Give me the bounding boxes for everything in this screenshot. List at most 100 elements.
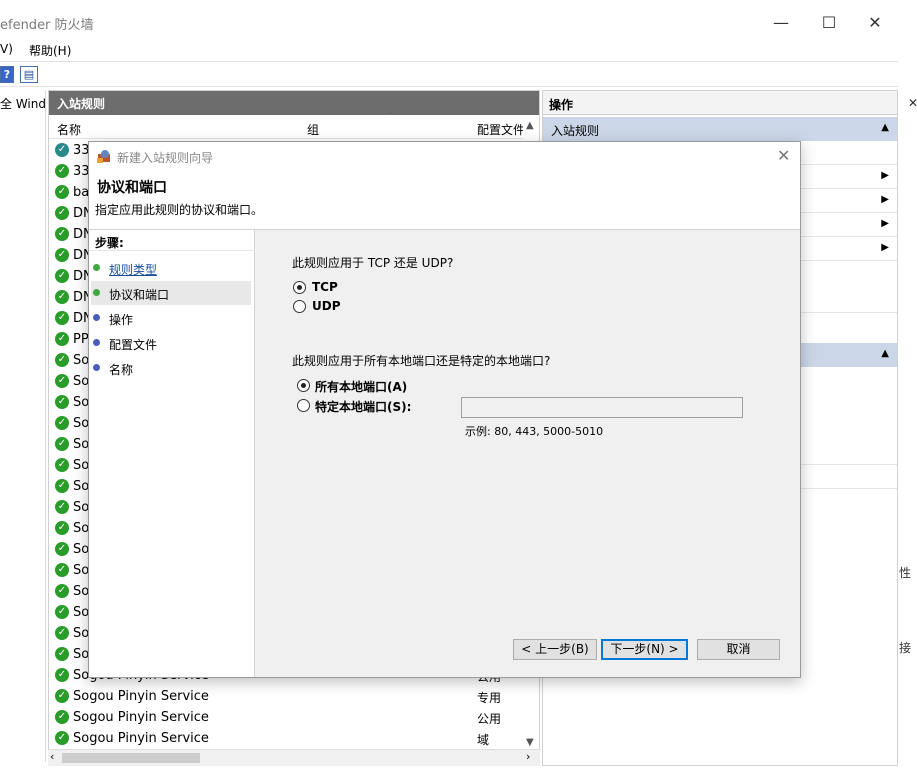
rule-name: So	[73, 542, 90, 557]
enabled-check-icon: ✓	[55, 668, 69, 682]
actions-section-label: 入站规则	[551, 124, 600, 138]
column-headers: 名称 ^ 组 配置文件	[49, 109, 539, 139]
close-button[interactable]: ✕	[852, 8, 898, 38]
wizard-steps: 步骤: 规则类型协议和端口操作配置文件名称	[89, 230, 255, 677]
steps-title: 步骤:	[95, 236, 124, 250]
column-group[interactable]: 组	[307, 121, 319, 138]
step-label: 规则类型	[109, 263, 158, 277]
step-dot-icon	[93, 314, 100, 321]
table-row[interactable]: ✓ Sogou Pinyin Service 域	[55, 729, 515, 750]
wizard-step[interactable]: 规则类型	[91, 256, 251, 280]
next-button[interactable]: 下一步(N) >	[601, 639, 688, 660]
tree-pane: 全 Wind	[0, 90, 46, 762]
scroll-left-icon[interactable]: ‹	[50, 750, 54, 763]
rule-name: ba	[73, 185, 90, 200]
horizontal-scrollbar[interactable]: ‹ ›	[48, 749, 540, 766]
scroll-down-icon[interactable]: ▼	[526, 737, 534, 748]
enabled-check-icon: ✓	[55, 458, 69, 472]
wizard-close-icon[interactable]: ✕	[777, 146, 790, 165]
rule-name: So	[73, 500, 90, 515]
enabled-check-icon: ✓	[55, 332, 69, 346]
wizard-step[interactable]: 协议和端口	[91, 281, 251, 305]
udp-label[interactable]: UDP	[312, 299, 341, 313]
rule-name: So	[73, 374, 90, 389]
window-title: efender 防火墙	[0, 18, 94, 33]
enabled-check-icon: ✓	[55, 605, 69, 619]
enabled-check-icon: ✓	[55, 269, 69, 283]
cancel-button[interactable]: 取消	[697, 639, 780, 660]
center-header: 入站规则	[49, 91, 539, 115]
far-right-close-icon[interactable]: ✕	[908, 96, 917, 110]
enabled-check-icon: ✓	[55, 416, 69, 430]
port-example-text: 示例: 80, 443, 5000-5010	[465, 425, 604, 438]
step-label: 操作	[109, 313, 134, 327]
properties-icon[interactable]: ▤	[20, 66, 38, 83]
rule-profile: 专用	[477, 691, 502, 705]
menu-view[interactable]: V)	[0, 42, 13, 56]
maximize-button[interactable]: ☐	[806, 8, 852, 38]
specific-ports-label[interactable]: 特定本地端口(S):	[315, 398, 411, 415]
enabled-check-icon: ✓	[55, 185, 69, 199]
enabled-check-icon: ✓	[55, 227, 69, 241]
actions-section-inbound[interactable]: 入站规则 ▲	[543, 117, 897, 141]
specific-ports-radio[interactable]	[297, 399, 310, 412]
wizard-subtitle: 指定应用此规则的协议和端口。	[95, 203, 264, 217]
help-icon[interactable]: ?	[0, 66, 14, 83]
enabled-check-icon: ✓	[55, 353, 69, 367]
rule-profile: 公用	[477, 712, 502, 726]
column-name[interactable]: 名称	[57, 121, 81, 138]
rule-name: So	[73, 458, 90, 473]
enabled-check-icon: ✓	[55, 164, 69, 178]
sort-asc-icon: ^	[385, 109, 396, 123]
table-row[interactable]: ✓ Sogou Pinyin Service 公用	[55, 708, 515, 729]
all-ports-label[interactable]: 所有本地端口(A)	[315, 378, 407, 395]
enabled-check-icon: ✓	[55, 710, 69, 724]
scroll-right-icon[interactable]: ›	[526, 750, 530, 763]
scroll-up-icon[interactable]: ▲	[526, 120, 534, 131]
udp-radio[interactable]	[293, 300, 306, 313]
wizard-header: 新建入站规则向导 ✕ 协议和端口 指定应用此规则的协议和端口。	[89, 142, 800, 230]
wizard-step[interactable]: 操作	[91, 306, 251, 330]
step-dot-icon	[93, 364, 100, 371]
rule-name: So	[73, 521, 90, 536]
column-profile[interactable]: 配置文件	[477, 121, 525, 138]
enabled-check-icon: ✓	[55, 248, 69, 262]
rule-name: So	[73, 395, 90, 410]
tcp-radio[interactable]	[293, 281, 306, 294]
tree-item-firewall[interactable]: 全 Wind	[0, 95, 45, 112]
wizard-title: 新建入站规则向导	[117, 151, 214, 165]
rule-name: So	[73, 479, 90, 494]
wizard-step[interactable]: 配置文件	[91, 331, 251, 355]
rule-name: PP	[73, 332, 89, 347]
submenu-arrow-icon: ▶	[881, 194, 889, 205]
rule-name: So	[73, 605, 90, 620]
menu-help[interactable]: 帮助(H)	[29, 42, 71, 59]
enabled-check-icon: ✓	[55, 290, 69, 304]
rule-name: So	[73, 353, 90, 368]
back-button[interactable]: < 上一步(B)	[513, 639, 597, 660]
ports-question: 此规则应用于所有本地端口还是特定的本地端口?	[292, 354, 551, 368]
enabled-check-icon: ✓	[55, 626, 69, 640]
step-dot-icon	[93, 264, 100, 271]
table-row[interactable]: ✓ Sogou Pinyin Service 专用	[55, 687, 515, 708]
collapse-icon[interactable]: ▲	[881, 122, 889, 133]
toolbar: ? ▤	[0, 61, 898, 87]
enabled-check-icon: ✓	[55, 437, 69, 451]
enabled-check-icon: ✓	[55, 206, 69, 220]
horizontal-scroll-thumb[interactable]	[62, 753, 200, 763]
step-label: 名称	[109, 363, 134, 377]
wizard-step[interactable]: 名称	[91, 356, 251, 380]
tcp-label[interactable]: TCP	[312, 280, 338, 294]
minimize-button[interactable]: —	[758, 8, 804, 38]
actions-header: 操作	[543, 91, 897, 115]
enabled-check-icon: ✓	[55, 542, 69, 556]
all-ports-radio[interactable]	[297, 379, 310, 392]
enabled-check-icon: ✓	[55, 731, 69, 745]
specific-ports-input[interactable]	[461, 397, 743, 418]
menubar: V) 帮助(H)	[0, 38, 898, 60]
enabled-check-icon: ✓	[55, 479, 69, 493]
collapse-icon[interactable]: ▲	[881, 348, 889, 359]
enabled-check-icon: ✓	[55, 584, 69, 598]
enabled-check-icon: ✓	[55, 395, 69, 409]
enabled-check-icon: ✓	[55, 500, 69, 514]
